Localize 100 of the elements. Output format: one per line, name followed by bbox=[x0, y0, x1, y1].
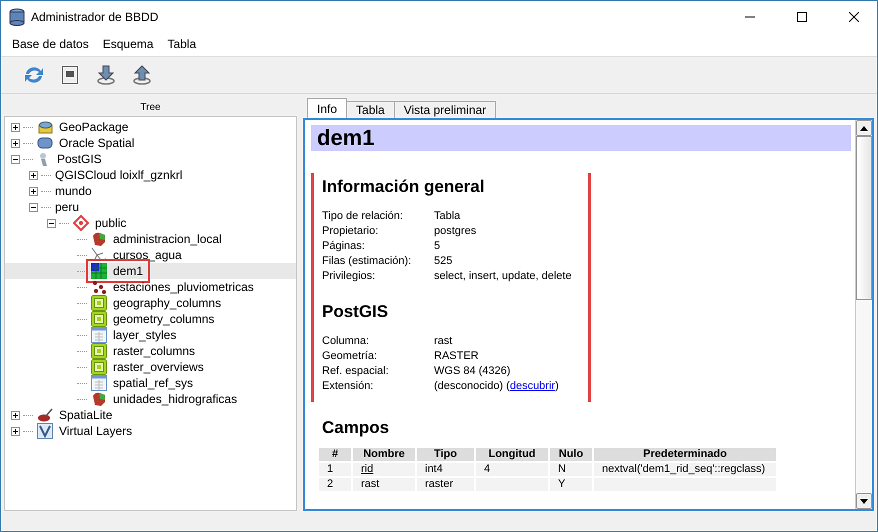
section-heading: PostGIS bbox=[322, 302, 390, 322]
table-cell: 1 bbox=[319, 463, 351, 476]
property-value: RASTER bbox=[434, 349, 480, 364]
property-value: postgres bbox=[434, 224, 478, 239]
tab[interactable]: Vista preliminar bbox=[394, 101, 496, 118]
property-value: Tabla bbox=[434, 209, 462, 224]
tree-item[interactable]: geography_columns bbox=[113, 296, 222, 310]
tree-item[interactable]: raster_columns bbox=[113, 344, 196, 358]
raster-layer-icon bbox=[91, 263, 107, 279]
view-icon bbox=[91, 295, 107, 311]
tab[interactable]: Info bbox=[307, 98, 348, 118]
database-icon bbox=[9, 8, 25, 26]
schema-icon bbox=[73, 215, 89, 231]
table-cell: nextval('dem1_rid_seq'::regclass) bbox=[594, 463, 776, 476]
tree-item[interactable]: GeoPackage bbox=[59, 120, 128, 134]
tree-item[interactable]: SpatiaLite bbox=[59, 408, 112, 422]
layer-title: dem1 bbox=[311, 125, 851, 151]
expand-icon[interactable] bbox=[11, 122, 20, 132]
polygon-layer-icon bbox=[91, 391, 107, 407]
tree-item[interactable]: spatial_ref_sys bbox=[113, 376, 194, 390]
virtual-layer-icon bbox=[37, 423, 53, 439]
point-layer-icon bbox=[91, 280, 107, 294]
table-cell: 4 bbox=[476, 463, 548, 476]
expand-icon[interactable] bbox=[11, 426, 20, 436]
expand-icon[interactable] bbox=[11, 138, 20, 148]
menu-item[interactable]: Tabla bbox=[160, 37, 204, 51]
menu-item[interactable]: Base de datos bbox=[5, 37, 96, 51]
panel-title: Tree bbox=[140, 102, 161, 112]
menu-item[interactable]: Esquema bbox=[96, 37, 160, 51]
tree-item[interactable]: dem1 bbox=[113, 264, 144, 278]
property-label: Columna: bbox=[322, 334, 370, 349]
column-header: # bbox=[319, 448, 351, 461]
tree-item[interactable]: geometry_columns bbox=[113, 312, 214, 326]
document-icon bbox=[62, 66, 78, 84]
tree-item[interactable]: QGISCloud loixlf_gznkrl bbox=[55, 168, 182, 182]
property-label: Geometría: bbox=[322, 349, 378, 364]
download-icon bbox=[97, 65, 115, 85]
scroll-up-button[interactable] bbox=[856, 120, 872, 136]
scroll-down-button[interactable] bbox=[856, 493, 872, 509]
property-value: 525 bbox=[434, 254, 454, 269]
section-heading: Campos bbox=[322, 418, 390, 438]
tree-item[interactable]: mundo bbox=[55, 184, 92, 198]
view-icon bbox=[91, 359, 107, 375]
table-cell: Y bbox=[550, 478, 592, 491]
window-title: Administrador de BBDD bbox=[31, 10, 160, 24]
table-icon bbox=[91, 327, 107, 343]
tree-item[interactable]: Virtual Layers bbox=[59, 424, 132, 438]
collapse-icon[interactable] bbox=[47, 218, 56, 228]
tree-item[interactable]: raster_overviews bbox=[113, 360, 204, 374]
database-icon bbox=[37, 137, 53, 149]
expand-icon[interactable] bbox=[29, 170, 38, 180]
tree-item[interactable]: unidades_hidrograficas bbox=[113, 392, 238, 406]
tree-item[interactable]: Oracle Spatial bbox=[59, 136, 134, 150]
table-cell: rid bbox=[353, 463, 415, 476]
table-icon bbox=[91, 375, 107, 391]
table-cell: rast bbox=[353, 478, 415, 491]
property-label: Propietario: bbox=[322, 224, 380, 239]
table-cell: int4 bbox=[417, 463, 474, 476]
tree-item[interactable]: cursos_agua bbox=[113, 248, 182, 262]
section-heading: Información general bbox=[322, 177, 486, 197]
property-value: rast bbox=[434, 334, 454, 349]
up-arrow-icon bbox=[860, 126, 868, 130]
property-label: Extensión: bbox=[322, 379, 374, 394]
discover-link[interactable]: descubrir bbox=[510, 380, 556, 392]
tree-item[interactable]: administracion_local bbox=[113, 232, 222, 246]
expand-icon[interactable] bbox=[11, 410, 20, 420]
tree-item[interactable]: layer_styles bbox=[113, 328, 176, 342]
property-label: Tipo de relación: bbox=[322, 209, 404, 224]
property-label: Filas (estimación): bbox=[322, 254, 412, 269]
polygon-layer-icon bbox=[91, 231, 107, 247]
property-label: Privilegios: bbox=[322, 269, 376, 284]
tree-item[interactable]: estaciones_pluviometricas bbox=[113, 280, 254, 294]
close-icon bbox=[849, 12, 859, 22]
table-cell: raster bbox=[417, 478, 474, 491]
property-label: Páginas: bbox=[322, 239, 366, 254]
column-header: Predeterminado bbox=[594, 448, 776, 461]
property-label: Ref. espacial: bbox=[322, 364, 390, 379]
upload-icon bbox=[133, 65, 151, 85]
property-value: 5 bbox=[434, 239, 442, 254]
table-cell: 2 bbox=[319, 478, 351, 491]
tree-item[interactable]: PostGIS bbox=[57, 152, 102, 166]
package-icon bbox=[37, 120, 53, 134]
column-header: Longitud bbox=[476, 448, 548, 461]
tree-item[interactable]: peru bbox=[55, 200, 80, 214]
expand-icon[interactable] bbox=[29, 186, 38, 196]
down-arrow-icon bbox=[860, 498, 868, 504]
collapse-icon[interactable] bbox=[11, 154, 20, 164]
scrollbar-thumb[interactable] bbox=[856, 136, 872, 300]
maximize-icon bbox=[797, 12, 807, 22]
table-cell: N bbox=[550, 463, 592, 476]
column-header: Tipo bbox=[417, 448, 474, 461]
column-header: Nombre bbox=[353, 448, 415, 461]
tree-item[interactable]: public bbox=[95, 216, 126, 230]
refresh-icon bbox=[23, 65, 45, 85]
view-icon bbox=[91, 311, 107, 327]
property-value: (desconocido) (descubrir) bbox=[434, 379, 560, 394]
property-value: WGS 84 (4326) bbox=[434, 364, 512, 379]
column-header: Nulo bbox=[550, 448, 592, 461]
collapse-icon[interactable] bbox=[29, 202, 38, 212]
view-icon bbox=[91, 343, 107, 359]
